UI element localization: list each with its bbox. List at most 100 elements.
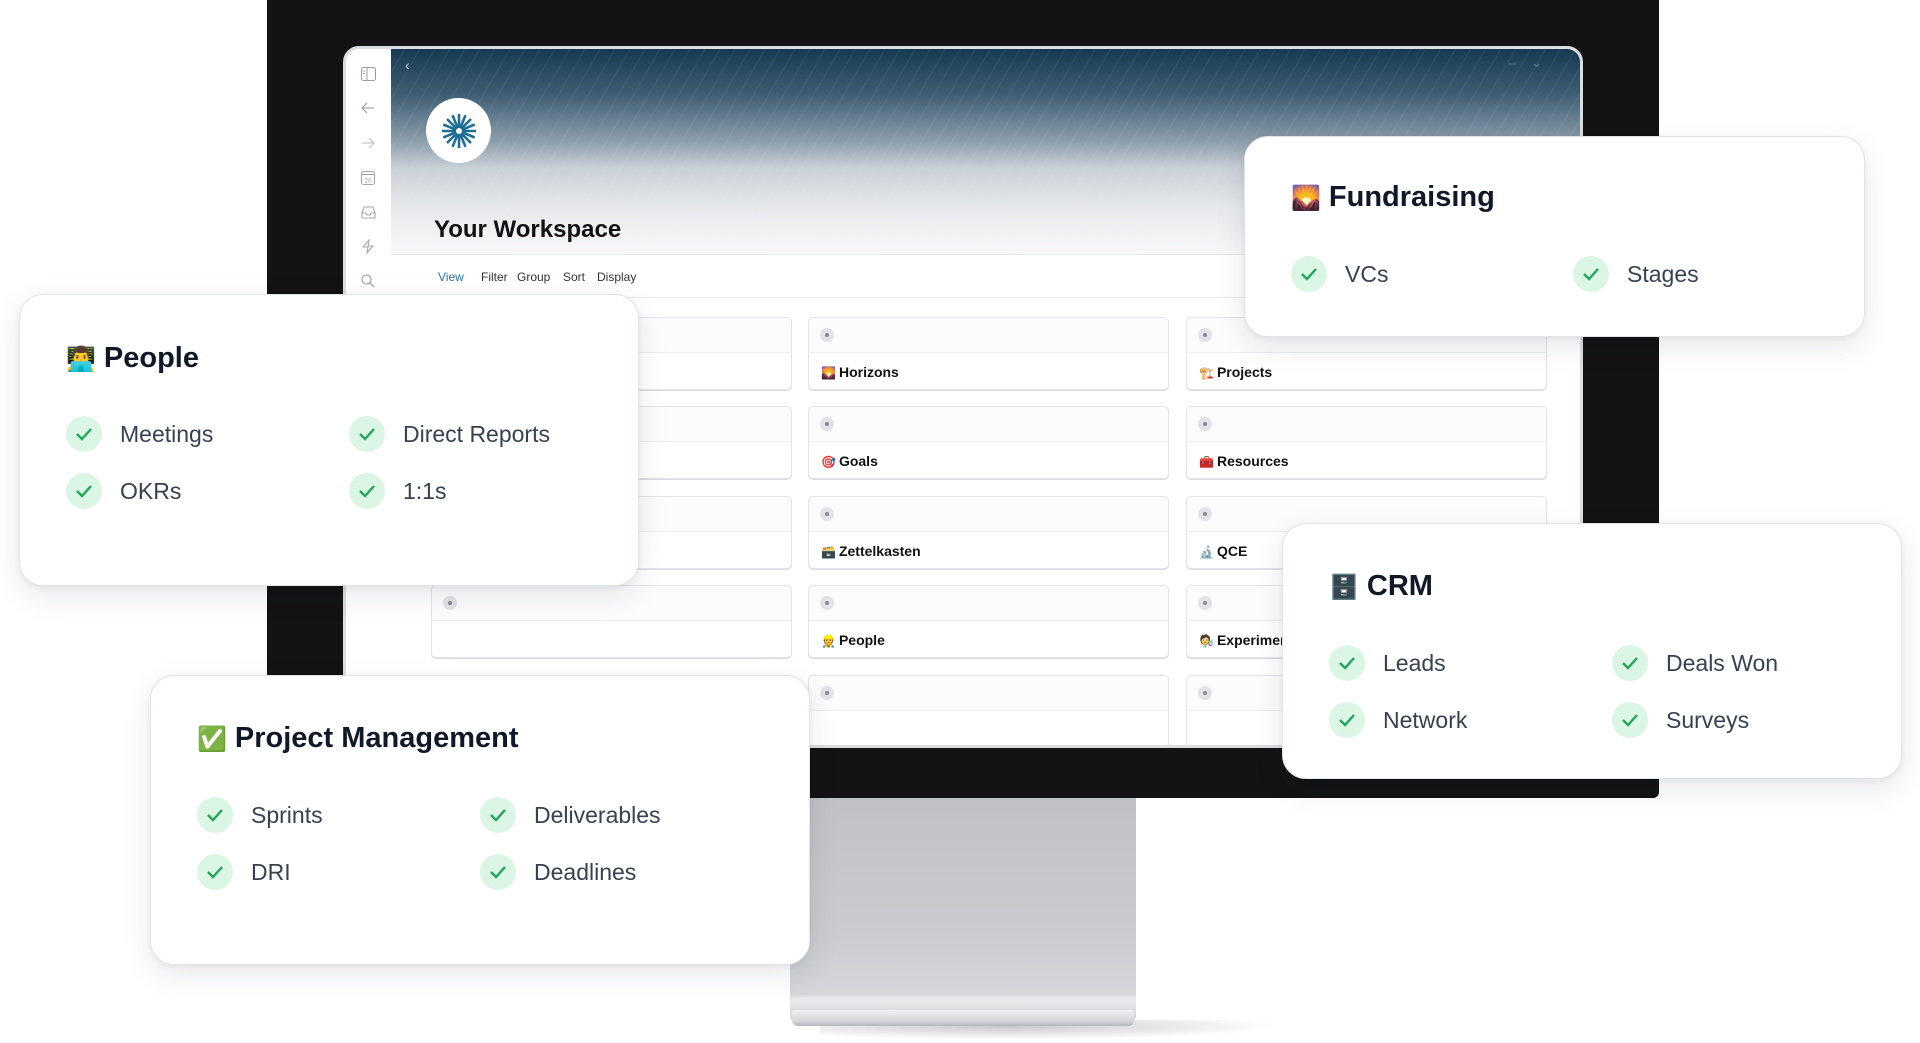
banner-controls: ⇔⌄ [1506,55,1554,71]
feature-item: OKRs [66,473,181,509]
database-card[interactable] [431,585,792,658]
check-icon [66,416,102,452]
database-card[interactable]: 🎯 Goals [808,406,1169,479]
database-card[interactable]: 🌄 Horizons [808,317,1169,390]
check-icon [1291,256,1327,292]
svg-text:20: 20 [364,177,372,184]
lightning-icon[interactable] [359,237,377,255]
status-dot-icon [820,328,834,342]
toolbar-sort[interactable]: Sort [563,270,585,284]
check-icon [1612,702,1648,738]
check-icon [1573,256,1609,292]
card-emoji-icon: 🧰 [1199,455,1214,469]
card-cover [809,586,1168,621]
card-cover [809,318,1168,353]
card-title: 🌄 Fundraising [1291,181,1495,213]
card-cover [809,497,1168,532]
card-label: 🗃️ Zettelkasten [821,543,921,559]
status-dot-icon [820,686,834,700]
status-dot-icon [1198,507,1212,521]
card-label-text: Goals [838,453,878,469]
card-emoji-icon: 🧑‍🔬 [1199,634,1214,648]
feature-item: Direct Reports [349,416,550,452]
card-cover [432,586,791,621]
card-label-text: People [838,632,885,648]
feature-card-people: 👨‍💻 People Meetings Direct Reports OKRs 1… [19,294,639,586]
check-icon [66,473,102,509]
check-icon [480,797,516,833]
chevron-down-icon[interactable]: ⌄ [1531,55,1554,70]
monitor-stand-base [792,1010,1134,1026]
monitor-stand [790,790,1136,1022]
calendar-icon[interactable]: 20 [359,168,377,186]
check-icon [349,416,385,452]
card-label: 🧰 Resources [1199,453,1289,469]
feature-item: Deliverables [480,797,661,833]
inbox-icon[interactable] [359,203,377,221]
database-card[interactable]: 🗃️ Zettelkasten [808,496,1169,569]
check-icon [1329,702,1365,738]
feature-card-crm: 🗄️ CRM Leads Deals Won Network Surveys [1282,523,1902,779]
feature-item: Meetings [66,416,213,452]
arrow-left-icon[interactable] [359,99,377,117]
page-title: Your Workspace [434,216,622,243]
toolbar-display[interactable]: Display [597,270,636,284]
card-emoji-icon: 🔬 [1199,545,1214,559]
card-emoji-icon: 🎯 [821,455,836,469]
toolbar-view[interactable]: View [438,270,464,284]
status-dot-icon [443,596,457,610]
card-cover [809,407,1168,442]
card-label-text: Projects [1216,364,1273,380]
database-card[interactable]: 👷 People [808,585,1169,658]
card-label: 🔬 QCE [1199,543,1247,559]
check-icon [197,854,233,890]
toolbar-filter[interactable]: Filter [481,270,508,284]
card-label-text: Resources [1216,453,1289,469]
card-title: 🗄️ CRM [1329,570,1433,602]
card-label-text: Horizons [838,364,899,380]
database-card[interactable] [808,675,1169,745]
check-icon [349,473,385,509]
feature-item: Network [1329,702,1467,738]
status-dot-icon [820,417,834,431]
feature-item: Leads [1329,645,1446,681]
toolbar-group[interactable]: Group [517,270,550,284]
check-mark-button-icon: ✅ [197,726,227,753]
card-label-text: QCE [1216,543,1248,559]
feature-item: Stages [1573,256,1699,292]
file-cabinet-icon: 🗄️ [1329,574,1359,601]
feature-item: DRI [197,854,291,890]
card-emoji-icon: 👷 [821,634,836,648]
feature-item: 1:1s [349,473,446,509]
check-icon [480,854,516,890]
feature-item: Sprints [197,797,323,833]
expand-icon[interactable]: ⇔ [1506,55,1531,70]
arrow-right-icon[interactable] [359,134,377,152]
card-emoji-icon: 🏗️ [1199,366,1214,380]
status-dot-icon [1198,596,1212,610]
sidebar-toggle-icon[interactable] [359,65,377,83]
card-title: ✅ Project Management [197,722,519,754]
card-label-text: Zettelkasten [838,543,921,559]
search-icon[interactable] [359,272,377,290]
card-emoji-icon: 🗃️ [821,545,836,559]
status-dot-icon [1198,686,1212,700]
starburst-logo-icon [441,113,476,148]
card-label: 🎯 Goals [821,453,878,469]
card-emoji-icon: 🌄 [821,366,836,380]
sunrise-icon: 🌄 [1291,185,1321,212]
feature-item: Surveys [1612,702,1749,738]
technologist-icon: 👨‍💻 [66,346,96,373]
status-dot-icon [820,596,834,610]
card-label: 👷 People [821,632,885,648]
feature-card-fundraising: 🌄 Fundraising VCs Stages [1244,136,1865,337]
card-cover [1187,407,1546,442]
check-icon [197,797,233,833]
feature-item: VCs [1291,256,1388,292]
card-cover [809,676,1168,711]
chevron-left-icon[interactable]: ‹ [405,57,410,73]
feature-item: Deals Won [1612,645,1778,681]
feature-card-project-management: ✅ Project Management Sprints Deliverables… [150,675,810,965]
database-card[interactable]: 🧰 Resources [1186,406,1547,479]
card-title: 👨‍💻 People [66,342,199,374]
